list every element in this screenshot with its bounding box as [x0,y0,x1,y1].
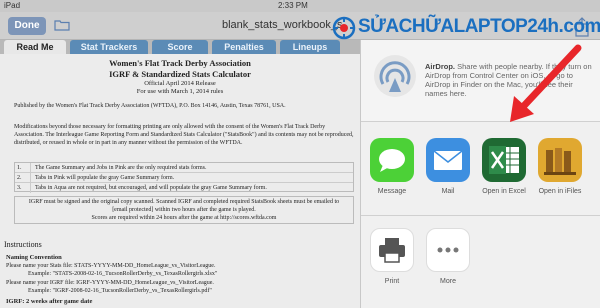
row-text: The Game Summary and Jobs in Pink are th… [35,165,207,171]
red-arrow-annotation [510,44,582,122]
requirements-table: 1. The Game Summary and Jobs in Pink are … [14,162,354,193]
action-label: Print [384,278,400,285]
watermark-logo: SỬACHỮALAPTOP24h.com [330,14,600,40]
airdrop-icon [374,55,416,97]
action-label: More [440,278,456,285]
app-label: Open in iFiles [538,188,582,195]
action-more[interactable]: More [423,228,473,285]
logo-gear-icon [332,16,356,40]
naming-heading: Naming Convention [6,254,62,261]
igrf-deadline: IGRF: 2 weeks after game date [6,298,93,305]
naming-example: Example: "STATS-2008-02-16_TucsonRollerD… [28,271,218,277]
document-title: blank_stats_workbook_s [222,19,343,31]
done-button[interactable]: Done [8,17,46,35]
logo-text: SỬACHỮALAPTOP24h.com [358,16,600,37]
more-icon [426,228,470,272]
status-bar: iPad 2:33 PM [0,0,600,12]
excel-icon [482,138,526,182]
share-app-excel[interactable]: Open in Excel [479,138,529,195]
row-number: 3. [17,183,31,193]
row-number: 2. [17,173,31,183]
row-text: Tabs in Aqua are not required, but encou… [35,185,267,191]
action-print[interactable]: Print [367,228,417,285]
app-label: Mail [441,188,455,195]
table-row: 2. Tabs in Pink will populate the gray Ga… [15,173,353,183]
row-number: 1. [17,163,31,173]
notice-line: [email protected] within two hours after… [112,207,256,213]
tab-score[interactable]: Score [152,40,208,54]
messages-icon [370,138,414,182]
tab-penalties[interactable]: Penalties [212,40,276,54]
doc-title: Women's Flat Track Derby Association [109,58,251,68]
app-label: Message [377,188,407,195]
naming-line: Please name your IGRF file: IGRF-YYYY-MM… [6,280,214,286]
spreadsheet-document[interactable]: Women's Flat Track Derby Association IGR… [0,54,360,308]
sheet-tab-strip: Read Me Stat Trackers Score Penalties Li… [0,40,360,54]
tab-stat-trackers[interactable]: Stat Trackers [70,40,148,54]
row-text: Tabs in Pink will populate the gray Game… [35,175,175,181]
table-row: 1. The Game Summary and Jobs in Pink are … [15,163,353,173]
notice-line: IGRF must be signed and the original cop… [28,199,340,205]
instructions-heading: Instructions [4,240,42,249]
submission-notice: IGRF must be signed and the original cop… [14,196,354,224]
tab-lineups[interactable]: Lineups [280,40,340,54]
notice-line: Scores are required within 24 hours afte… [91,215,277,221]
print-icon [370,228,414,272]
doc-publisher: Published by the Women's Flat Track Derb… [14,103,286,109]
naming-example: Example: "IGRF-2008-02-16_TucsonRollerDe… [28,288,212,294]
share-actions-row: Print More [361,216,600,308]
share-app-mail[interactable]: Mail [423,138,473,195]
table-row: 3. Tabs in Aqua are not required, but enc… [15,183,353,193]
doc-paragraph: Modifications beyond those necessary for… [14,124,354,146]
tab-read-me[interactable]: Read Me [4,40,66,54]
mail-icon [426,138,470,182]
airdrop-title: AirDrop. [425,62,455,71]
carrier-label: iPad [4,1,21,10]
folder-icon[interactable] [54,19,70,31]
doc-rules: For use with March 1, 2014 rules [136,88,224,95]
share-app-ifiles[interactable]: Open in iFiles [535,138,585,195]
ifiles-icon [538,138,582,182]
naming-line: Please name your Stats file: STATS-YYYY-… [6,263,216,269]
app-label: Open in Excel [482,188,526,195]
doc-release: Official April 2014 Release [144,80,216,87]
doc-subtitle: IGRF & Standardized Stats Calculator [109,69,251,79]
share-app-message[interactable]: Message [367,138,417,195]
clock: 2:33 PM [278,1,308,10]
